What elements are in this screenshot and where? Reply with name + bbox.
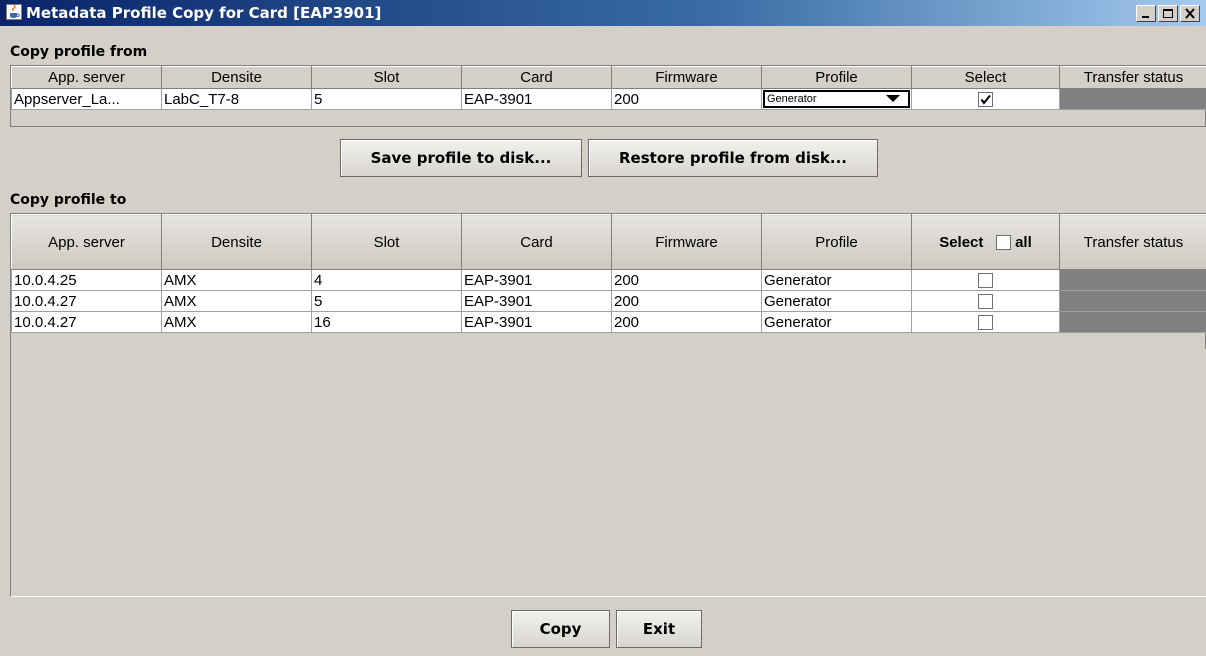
cell-firmware[interactable]: 200 [611,311,762,333]
copy-to-label: Copy profile to [10,192,127,208]
cell-profile[interactable]: Generator [761,269,912,291]
col-transfer-status[interactable]: Transfer status [1059,66,1206,89]
cell-firmware[interactable]: 200 [611,88,762,110]
profile-dropdown-value: Generator [767,93,817,105]
cell-slot[interactable]: 5 [311,88,462,110]
title-bar[interactable]: Metadata Profile Copy for Card [EAP3901] [0,0,1206,26]
col-card[interactable]: Card [461,66,612,89]
col-transfer-status[interactable]: Transfer status [1059,214,1206,270]
cell-firmware[interactable]: 200 [611,290,762,312]
cell-transfer-status [1059,290,1206,312]
cell-densite[interactable]: AMX [161,311,312,333]
table-header-row: App. server Densite Slot Card Firmware P… [11,66,1206,89]
cell-profile[interactable]: Generator [761,290,912,312]
cell-card[interactable]: EAP-3901 [461,88,612,110]
cell-transfer-status [1059,311,1206,333]
copy-to-table: App. server Densite Slot Card Firmware P… [10,213,1206,349]
minimize-icon [1142,16,1149,18]
col-select[interactable]: Select [911,66,1060,89]
cell-firmware[interactable]: 200 [611,269,762,291]
cell-densite[interactable]: AMX [161,290,312,312]
select-checkbox[interactable] [978,273,993,289]
col-select[interactable]: Select all [911,214,1060,270]
profile-dropdown[interactable]: Generator [763,90,910,108]
cell-card[interactable]: EAP-3901 [461,290,612,312]
col-app-server[interactable]: App. server [11,66,162,89]
copy-button[interactable]: Copy [511,610,610,648]
minimize-button[interactable] [1136,5,1156,22]
table-row[interactable]: Appserver_La... LabC_T7-8 5 EAP-3901 200… [11,88,1206,110]
close-button[interactable] [1180,5,1200,22]
col-profile[interactable]: Profile [761,214,912,270]
cell-select [911,290,1060,312]
cell-card[interactable]: EAP-3901 [461,311,612,333]
col-slot[interactable]: Slot [311,214,462,270]
exit-button[interactable]: Exit [616,610,702,648]
checkmark-icon [980,94,991,105]
maximize-button[interactable] [1158,5,1178,22]
window-title: Metadata Profile Copy for Card [EAP3901] [26,4,382,22]
select-header-label: Select [939,233,984,251]
cell-card[interactable]: EAP-3901 [461,269,612,291]
table-row[interactable]: 10.0.4.27 AMX 16 EAP-3901 200 Generator [11,311,1206,333]
cell-densite[interactable]: LabC_T7-8 [161,88,312,110]
col-profile[interactable]: Profile [761,66,912,89]
cell-transfer-status [1059,269,1206,291]
table-row[interactable]: 10.0.4.25 AMX 4 EAP-3901 200 Generator [11,269,1206,291]
copy-from-label: Copy profile from [10,44,148,60]
col-densite[interactable]: Densite [161,66,312,89]
cell-select [911,269,1060,291]
target-list-empty-area[interactable] [10,348,1206,597]
col-card[interactable]: Card [461,214,612,270]
cell-profile[interactable]: Generator [761,311,912,333]
close-icon [1185,8,1195,19]
restore-profile-button[interactable]: Restore profile from disk... [588,139,878,177]
col-slot[interactable]: Slot [311,66,462,89]
table-header-row: App. server Densite Slot Card Firmware P… [11,214,1206,270]
maximize-icon [1163,9,1173,18]
cell-select [911,311,1060,333]
select-checkbox[interactable] [978,294,993,310]
cell-densite[interactable]: AMX [161,269,312,291]
cell-slot[interactable]: 4 [311,269,462,291]
cell-select [911,88,1060,110]
select-all-label: all [1015,233,1032,251]
select-all-checkbox[interactable] [995,235,1011,251]
save-profile-button[interactable]: Save profile to disk... [340,139,582,177]
col-app-server[interactable]: App. server [11,214,162,270]
cell-app-server[interactable]: Appserver_La... [11,88,162,110]
cell-app-server[interactable]: 10.0.4.25 [11,269,162,291]
dropdown-arrow-icon [886,95,900,102]
cell-profile[interactable]: Generator [761,88,912,110]
cell-slot[interactable]: 5 [311,290,462,312]
java-cup-icon [6,4,22,20]
col-firmware[interactable]: Firmware [611,214,762,270]
cell-transfer-status [1059,88,1206,110]
col-firmware[interactable]: Firmware [611,66,762,89]
copy-from-table: App. server Densite Slot Card Firmware P… [10,65,1206,127]
cell-slot[interactable]: 16 [311,311,462,333]
col-densite[interactable]: Densite [161,214,312,270]
select-checkbox[interactable] [978,315,993,331]
cell-app-server[interactable]: 10.0.4.27 [11,311,162,333]
cell-app-server[interactable]: 10.0.4.27 [11,290,162,312]
select-checkbox[interactable] [978,92,993,108]
table-row[interactable]: 10.0.4.27 AMX 5 EAP-3901 200 Generator [11,290,1206,312]
